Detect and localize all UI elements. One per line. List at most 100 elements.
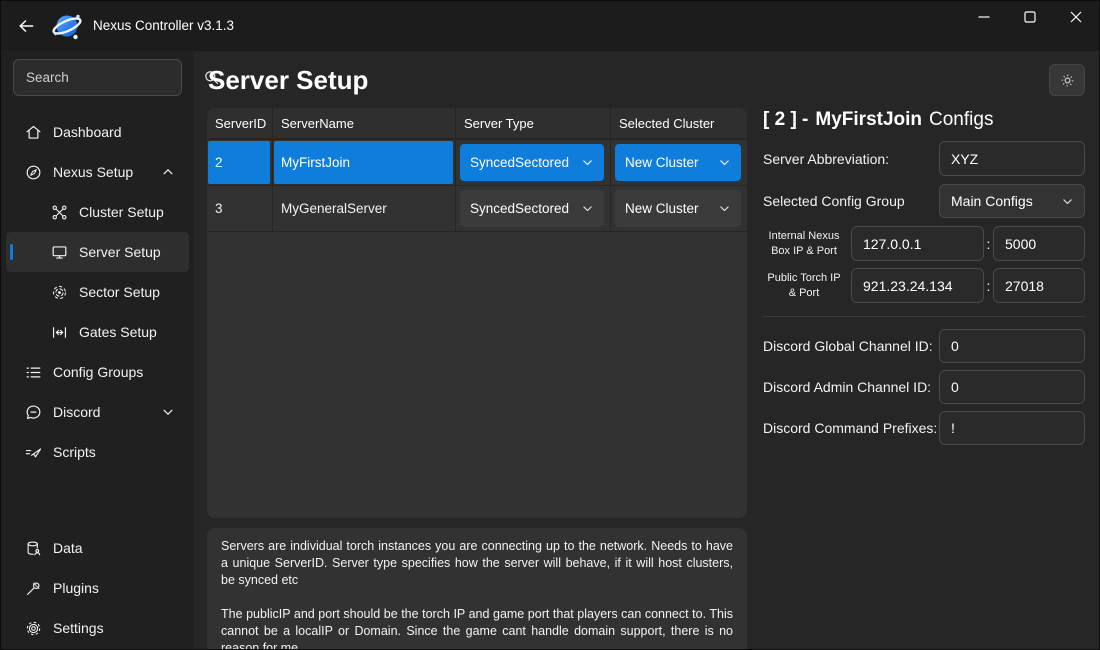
sidebar-item-label: Plugins: [53, 580, 99, 596]
config-panel: [ 2 ] - MyFirstJoin Configs Server Abbre…: [763, 109, 1085, 452]
server-type-dropdown[interactable]: SyncedSectored: [460, 144, 604, 181]
selected-server-name: MyFirstJoin: [815, 109, 922, 131]
sidebar-item-gates-setup[interactable]: Gates Setup: [6, 312, 189, 352]
titlebar: Nexus Controller v3.1.3: [1, 1, 1099, 51]
description-panel: Servers are individual torch instances y…: [207, 528, 747, 650]
chevron-down-icon: [1061, 195, 1074, 208]
maximize-icon: [1022, 9, 1038, 25]
column-header-selectedcluster[interactable]: Selected Cluster: [611, 108, 747, 138]
chevron-down-icon: [718, 156, 731, 169]
config-group-label: Selected Config Group: [763, 193, 905, 209]
compass-icon: [23, 162, 43, 182]
discord-global-label: Discord Global Channel ID:: [763, 338, 933, 354]
chevron-up-icon: [161, 165, 175, 179]
discord-admin-label: Discord Admin Channel ID:: [763, 379, 931, 395]
column-header-servertype[interactable]: Server Type: [456, 108, 611, 138]
dropdown-value: New Cluster: [625, 155, 699, 170]
sidebar-item-label: Nexus Setup: [53, 164, 133, 180]
config-panel-header: [ 2 ] - MyFirstJoin Configs: [763, 109, 1085, 131]
internal-ip-input[interactable]: [851, 226, 984, 261]
public-ip-input[interactable]: [851, 268, 984, 303]
sidebar: Dashboard Nexus Setup: [1, 51, 194, 650]
sidebar-item-label: Config Groups: [53, 364, 143, 380]
abbreviation-input[interactable]: [939, 141, 1085, 176]
internal-port-input[interactable]: [993, 226, 1085, 261]
close-button[interactable]: [1053, 1, 1099, 33]
sidebar-item-label: Data: [53, 540, 83, 556]
column-header-serverid[interactable]: ServerID: [207, 108, 273, 138]
description-paragraph: Servers are individual torch instances y…: [221, 538, 733, 589]
page-title: Server Setup: [208, 65, 368, 96]
sidebar-nav: Dashboard Nexus Setup: [1, 112, 194, 472]
maximize-button[interactable]: [1007, 1, 1053, 33]
label-line: Internal Nexus: [769, 230, 840, 242]
discord-admin-input[interactable]: [939, 370, 1085, 404]
sidebar-item-sector-setup[interactable]: Sector Setup: [6, 272, 189, 312]
ip-port-separator: :: [984, 278, 993, 294]
home-icon: [23, 122, 43, 142]
plugin-pin-icon: [23, 578, 43, 598]
config-group-dropdown[interactable]: Main Configs: [939, 184, 1085, 218]
server-name-cell[interactable]: MyGeneralServer: [273, 201, 387, 216]
minimize-button[interactable]: [961, 1, 1007, 33]
server-id-cell[interactable]: 3: [207, 201, 223, 216]
window-title: Nexus Controller v3.1.3: [93, 18, 234, 33]
public-ip-label: Public Torch IP & Port: [763, 271, 845, 300]
label-line: & Port: [789, 287, 820, 299]
close-icon: [1068, 9, 1084, 25]
discord-prefix-input[interactable]: [939, 411, 1085, 445]
discord-global-input[interactable]: [939, 329, 1085, 363]
sidebar-item-server-setup[interactable]: Server Setup: [6, 232, 189, 272]
cluster-icon: [49, 202, 69, 222]
sun-icon: [1059, 72, 1076, 89]
public-port-input[interactable]: [993, 268, 1085, 303]
sidebar-item-label: Settings: [53, 620, 104, 636]
sidebar-item-label: Cluster Setup: [79, 204, 164, 220]
chat-bubble-icon: [23, 402, 43, 422]
dropdown-value: Main Configs: [951, 193, 1033, 209]
server-table: ServerID ServerName Server Type Selected…: [207, 108, 747, 518]
table-row-selected[interactable]: 2 MyFirstJoin SyncedSectored New Cluster: [207, 140, 747, 186]
app-window: Nexus Controller v3.1.3: [0, 0, 1100, 650]
search-input[interactable]: [14, 70, 203, 85]
sidebar-item-label: Discord: [53, 404, 100, 420]
minimize-icon: [976, 9, 992, 25]
sidebar-item-scripts[interactable]: Scripts: [6, 432, 189, 472]
column-header-servername[interactable]: ServerName: [273, 108, 456, 138]
table-row[interactable]: 3 MyGeneralServer SyncedSectored New Clu…: [207, 186, 747, 232]
server-id-cell[interactable]: 2: [208, 141, 270, 184]
ip-port-separator: :: [984, 236, 993, 252]
back-icon: [16, 16, 36, 36]
sidebar-item-plugins[interactable]: Plugins: [6, 568, 189, 608]
label-line: Public Torch IP: [767, 272, 840, 284]
sidebar-item-nexus-setup[interactable]: Nexus Setup: [6, 152, 189, 192]
server-type-dropdown[interactable]: SyncedSectored: [460, 190, 604, 227]
server-name-cell[interactable]: MyFirstJoin: [274, 141, 453, 184]
sidebar-item-dashboard[interactable]: Dashboard: [6, 112, 189, 152]
sidebar-item-settings[interactable]: Settings: [6, 608, 189, 648]
list-icon: [23, 362, 43, 382]
internal-ip-label: Internal Nexus Box IP & Port: [763, 229, 845, 258]
sidebar-item-data[interactable]: Data: [6, 528, 189, 568]
send-icon: [23, 442, 43, 462]
sidebar-item-label: Gates Setup: [79, 324, 157, 340]
dropdown-value: New Cluster: [625, 201, 699, 216]
search-box[interactable]: [13, 59, 182, 96]
back-button[interactable]: [11, 12, 41, 40]
sidebar-item-discord[interactable]: Discord: [6, 392, 189, 432]
sidebar-bottom-nav: Data Plugins: [1, 528, 194, 648]
chevron-down-icon: [581, 202, 594, 215]
window-controls: [961, 1, 1099, 33]
selected-cluster-dropdown[interactable]: New Cluster: [615, 144, 741, 181]
sidebar-item-label: Sector Setup: [79, 284, 160, 300]
sidebar-item-label: Dashboard: [53, 124, 122, 140]
dropdown-value: SyncedSectored: [470, 155, 569, 170]
gear-icon: [23, 618, 43, 638]
theme-toggle-button[interactable]: [1049, 64, 1085, 96]
gates-icon: [49, 322, 69, 342]
database-icon: [23, 538, 43, 558]
sidebar-item-config-groups[interactable]: Config Groups: [6, 352, 189, 392]
sidebar-item-cluster-setup[interactable]: Cluster Setup: [6, 192, 189, 232]
selected-cluster-dropdown[interactable]: New Cluster: [615, 190, 741, 227]
section-divider: [763, 316, 1085, 317]
